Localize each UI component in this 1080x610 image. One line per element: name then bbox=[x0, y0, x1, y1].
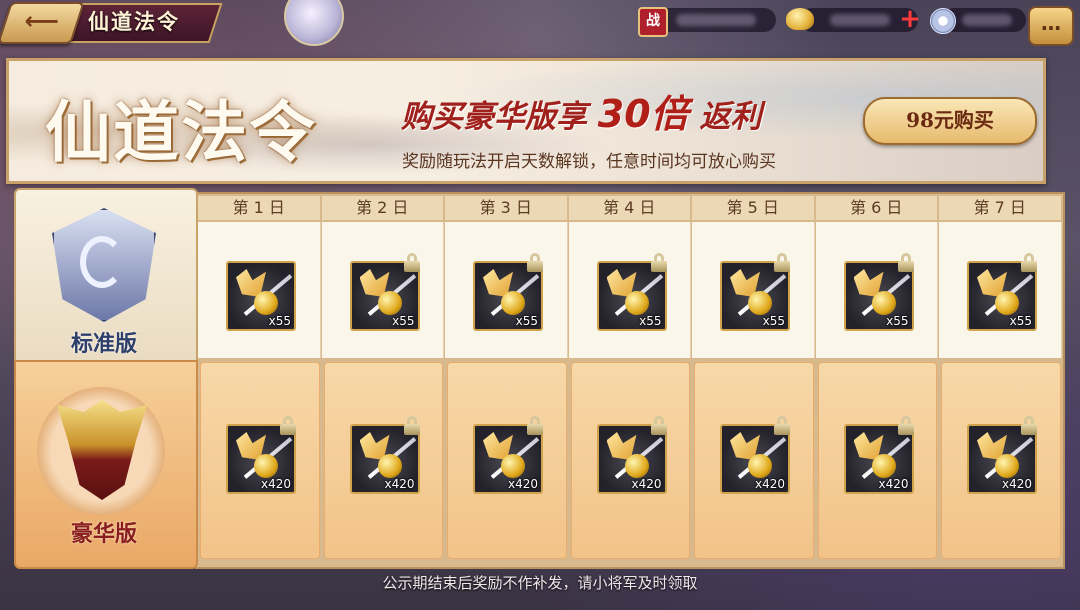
reward-quantity: x420 bbox=[260, 477, 291, 491]
gold-orb-icon bbox=[748, 454, 772, 478]
lock-body bbox=[897, 424, 914, 435]
lock-icon bbox=[897, 253, 914, 272]
page-title: 仙道法令 bbox=[88, 10, 180, 34]
headline-suffix: 返利 bbox=[699, 99, 762, 135]
blurred-value bbox=[676, 14, 756, 26]
day-header: 第 1 日 bbox=[198, 196, 320, 220]
add-gold-button[interactable]: + bbox=[899, 6, 921, 32]
gold-orb-icon bbox=[254, 291, 278, 315]
reward-quantity: x55 bbox=[1009, 314, 1032, 328]
lock-icon bbox=[403, 416, 420, 435]
reward-quantity: x55 bbox=[268, 314, 291, 328]
gold-orb-icon bbox=[871, 291, 896, 315]
day-header: 第 5 日 bbox=[692, 196, 814, 220]
chat-button[interactable]: … bbox=[1028, 6, 1074, 46]
headline-prefix: 购买豪华版享 bbox=[401, 99, 587, 135]
battle-power-badge: 战 bbox=[638, 7, 668, 37]
lock-icon bbox=[774, 416, 790, 435]
footer-note: 公示期结束后奖励不作补发，请小将军及时领取 bbox=[382, 574, 698, 592]
avatar[interactable] bbox=[284, 0, 344, 46]
lock-body bbox=[774, 261, 790, 272]
lock-body bbox=[403, 424, 420, 435]
gold-orb-icon bbox=[624, 291, 649, 315]
reward-quantity: x420 bbox=[1001, 477, 1032, 491]
reward-quantity: x55 bbox=[762, 314, 785, 328]
gold-orb-icon bbox=[377, 454, 402, 478]
battle-power-bar bbox=[656, 8, 776, 32]
promo-banner: 仙道法令 购买豪华版享 30倍 返利 奖励随玩法开启天数解锁，任意时间均可放心购… bbox=[6, 58, 1046, 184]
reward-quantity: x55 bbox=[886, 314, 909, 328]
reward-quantity: x420 bbox=[754, 477, 785, 491]
chat-bubble-icon: … bbox=[1041, 11, 1061, 35]
silver-coin-icon bbox=[930, 8, 956, 34]
gold-orb-icon bbox=[995, 454, 1019, 478]
lock-body bbox=[527, 261, 543, 272]
tier-deluxe-label: 豪华版 bbox=[70, 521, 137, 547]
lock-icon bbox=[1021, 416, 1037, 435]
lock-icon bbox=[897, 416, 914, 435]
gold-orb-icon bbox=[871, 454, 896, 478]
lock-icon bbox=[527, 416, 543, 435]
buy-button[interactable]: 98元购买 bbox=[863, 97, 1037, 145]
lock-body bbox=[1021, 424, 1037, 435]
day-header: 第 7 日 bbox=[939, 196, 1061, 220]
lock-icon bbox=[650, 416, 667, 435]
lock-body bbox=[774, 424, 790, 435]
gold-orb-icon bbox=[377, 291, 402, 315]
reward-quantity: x55 bbox=[392, 314, 415, 328]
tier-standard-label: 标准版 bbox=[70, 331, 137, 357]
buy-button-label: 98元购买 bbox=[906, 108, 994, 132]
lock-icon bbox=[1021, 253, 1037, 272]
lock-icon bbox=[774, 253, 790, 272]
lock-body bbox=[650, 424, 667, 435]
day-header: 第 6 日 bbox=[815, 196, 937, 220]
lock-icon bbox=[403, 253, 420, 272]
reward-quantity: x420 bbox=[384, 477, 415, 491]
gold-orb-icon bbox=[501, 454, 525, 478]
lock-icon bbox=[280, 416, 296, 435]
gold-orb-icon bbox=[254, 454, 278, 478]
gold-orb-icon bbox=[624, 454, 649, 478]
reward-quantity: x420 bbox=[631, 477, 662, 491]
day-header: 第 4 日 bbox=[568, 196, 690, 220]
gold-orb-icon bbox=[748, 291, 772, 315]
lock-icon bbox=[527, 253, 543, 272]
lock-body bbox=[897, 261, 914, 272]
lock-icon bbox=[650, 253, 667, 272]
reward-quantity: x420 bbox=[878, 477, 909, 491]
lock-body bbox=[403, 261, 420, 272]
gold-ingot-icon bbox=[786, 8, 814, 30]
lock-body bbox=[527, 424, 543, 435]
back-arrow-icon: ⟵ bbox=[24, 7, 59, 35]
gold-orb-icon bbox=[501, 291, 525, 315]
reward-quantity: x55 bbox=[639, 314, 662, 328]
reward-quantity: x55 bbox=[515, 314, 538, 328]
blurred-value bbox=[962, 14, 1012, 26]
reward-quantity: x420 bbox=[507, 477, 538, 491]
back-button[interactable]: ⟵ bbox=[0, 2, 85, 44]
blurred-value bbox=[830, 14, 890, 26]
banner-subtitle: 奖励随玩法开启天数解锁，任意时间均可放心购买 bbox=[402, 152, 776, 172]
banner-title: 仙道法令 bbox=[45, 93, 317, 171]
lock-body bbox=[1021, 261, 1037, 272]
headline-multiplier: 30倍 bbox=[597, 92, 689, 136]
lock-body bbox=[280, 424, 296, 435]
day-header: 第 3 日 bbox=[445, 196, 567, 220]
emblem-swirl bbox=[80, 236, 124, 288]
top-bar: ⟵ 仙道法令 战 + … bbox=[0, 0, 1080, 46]
reward-item[interactable]: x55 bbox=[226, 261, 296, 331]
banner-headline: 购买豪华版享 30倍 返利 bbox=[401, 83, 761, 138]
lock-body bbox=[650, 261, 667, 272]
gold-orb-icon bbox=[995, 291, 1019, 315]
day-header: 第 2 日 bbox=[321, 196, 443, 220]
